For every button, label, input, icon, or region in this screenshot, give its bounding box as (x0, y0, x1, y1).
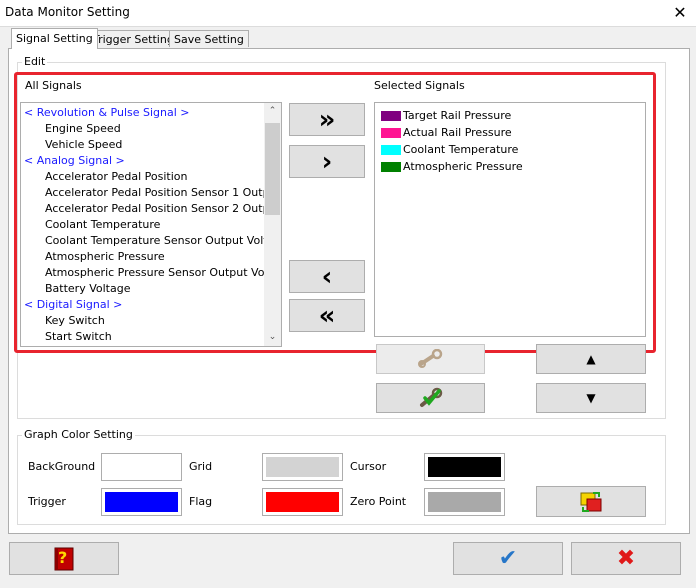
wrench-icon (417, 349, 442, 368)
tab-signal-setting[interactable]: Signal Setting (11, 28, 98, 49)
wrench-check-icon (419, 387, 442, 407)
signal-item[interactable]: Accelerator Pedal Position Sensor 1 Outp… (45, 185, 264, 201)
add-button[interactable]: › (289, 145, 365, 178)
move-up-button[interactable]: ▲ (536, 344, 646, 374)
add-all-button[interactable]: » (289, 103, 365, 136)
signal-item[interactable]: Vehicle Speed (45, 137, 122, 153)
trigger-color-label: Trigger (28, 495, 66, 508)
edit-signal-button[interactable] (376, 344, 485, 374)
remove-all-button[interactable]: « (289, 299, 365, 332)
signal-category[interactable]: < Revolution & Pulse Signal > (24, 105, 190, 121)
selected-signals-list[interactable]: Target Rail Pressure Actual Rail Pressure… (374, 102, 646, 337)
selected-signal-item[interactable]: Coolant Temperature (403, 142, 518, 158)
help-button[interactable]: ? (9, 542, 119, 575)
chevron-left-icon: ‹ (321, 261, 333, 292)
zero-point-color-label: Zero Point (350, 495, 407, 508)
edit-group-label: Edit (22, 55, 48, 68)
selected-signal-item[interactable]: Target Rail Pressure (403, 108, 511, 124)
signal-category[interactable]: < Analog Signal > (24, 153, 125, 169)
scroll-down-icon[interactable]: ⌄ (264, 329, 281, 346)
signal-item[interactable]: Key Switch (45, 313, 105, 329)
flag-color-button[interactable] (262, 488, 343, 516)
signal-item[interactable]: Accelerator Pedal Position (45, 169, 187, 185)
close-icon[interactable]: ✕ (664, 0, 696, 26)
selected-signal-item[interactable]: Actual Rail Pressure (403, 125, 512, 141)
zero-point-color-button[interactable] (424, 488, 505, 516)
signal-item[interactable]: Coolant Temperature Sensor Output Voltag… (45, 233, 264, 249)
grid-color-swatch (266, 457, 339, 477)
flag-color-label: Flag (189, 495, 213, 508)
window-title: Data Monitor Setting (5, 5, 130, 19)
all-signals-label: All Signals (25, 79, 82, 92)
tab-trigger-setting[interactable]: Trigger Setting (88, 30, 179, 47)
signal-color-swatch (381, 111, 401, 121)
signal-color-swatch (381, 162, 401, 172)
signal-color-swatch (381, 128, 401, 138)
scroll-up-icon[interactable]: ⌃ (264, 103, 281, 120)
double-chevron-left-icon: « (318, 300, 336, 331)
graph-color-group-label: Graph Color Setting (22, 428, 135, 441)
remove-button[interactable]: ‹ (289, 260, 365, 293)
signal-item[interactable]: Engine Speed (45, 121, 121, 137)
signal-category[interactable]: < Digital Signal > (24, 297, 122, 313)
background-color-swatch (105, 457, 178, 477)
all-signals-scrollbar[interactable]: ⌃ ⌄ (264, 103, 281, 346)
cursor-color-swatch (428, 457, 501, 477)
signal-color-swatch (381, 145, 401, 155)
tab-save-setting[interactable]: Save Setting (169, 30, 249, 47)
all-signals-list[interactable]: < Revolution & Pulse Signal > Engine Spee… (20, 102, 282, 347)
trigger-color-swatch (105, 492, 178, 512)
selected-signal-item[interactable]: Atmospheric Pressure (403, 159, 523, 175)
selected-signals-label: Selected Signals (374, 79, 465, 92)
background-color-button[interactable] (101, 453, 182, 481)
default-colors-button[interactable] (536, 486, 646, 517)
chevron-right-icon: › (321, 146, 333, 177)
signal-item[interactable]: Accelerator Pedal Position Sensor 2 Outp… (45, 201, 264, 217)
double-chevron-right-icon: » (318, 104, 336, 135)
cross-icon: ✖ (616, 546, 636, 571)
signal-item[interactable]: Start Switch (45, 329, 112, 345)
flag-color-swatch (266, 492, 339, 512)
signal-item[interactable]: Battery Voltage (45, 281, 130, 297)
cursor-color-button[interactable] (424, 453, 505, 481)
signal-item[interactable]: Atmospheric Pressure Sensor Output Volta… (45, 265, 264, 281)
scroll-thumb[interactable] (265, 123, 280, 215)
title-divider (0, 26, 696, 27)
signal-item[interactable]: Coolant Temperature (45, 217, 160, 233)
signal-setting-button[interactable] (376, 383, 485, 413)
cancel-button[interactable]: ✖ (571, 542, 681, 575)
zero-point-color-swatch (428, 492, 501, 512)
signal-item[interactable]: Atmospheric Pressure (45, 249, 165, 265)
move-down-button[interactable]: ▼ (536, 383, 646, 413)
cursor-color-label: Cursor (350, 460, 387, 473)
checkmark-icon: ✔ (498, 546, 518, 571)
grid-color-button[interactable] (262, 453, 343, 481)
trigger-color-button[interactable] (101, 488, 182, 516)
palette-icon (580, 491, 602, 512)
grid-color-label: Grid (189, 460, 213, 473)
triangle-down-icon: ▼ (586, 391, 596, 405)
ok-button[interactable]: ✔ (453, 542, 563, 575)
triangle-up-icon: ▲ (586, 352, 596, 366)
help-question-mark: ? (58, 548, 68, 567)
background-color-label: BackGround (28, 460, 96, 473)
